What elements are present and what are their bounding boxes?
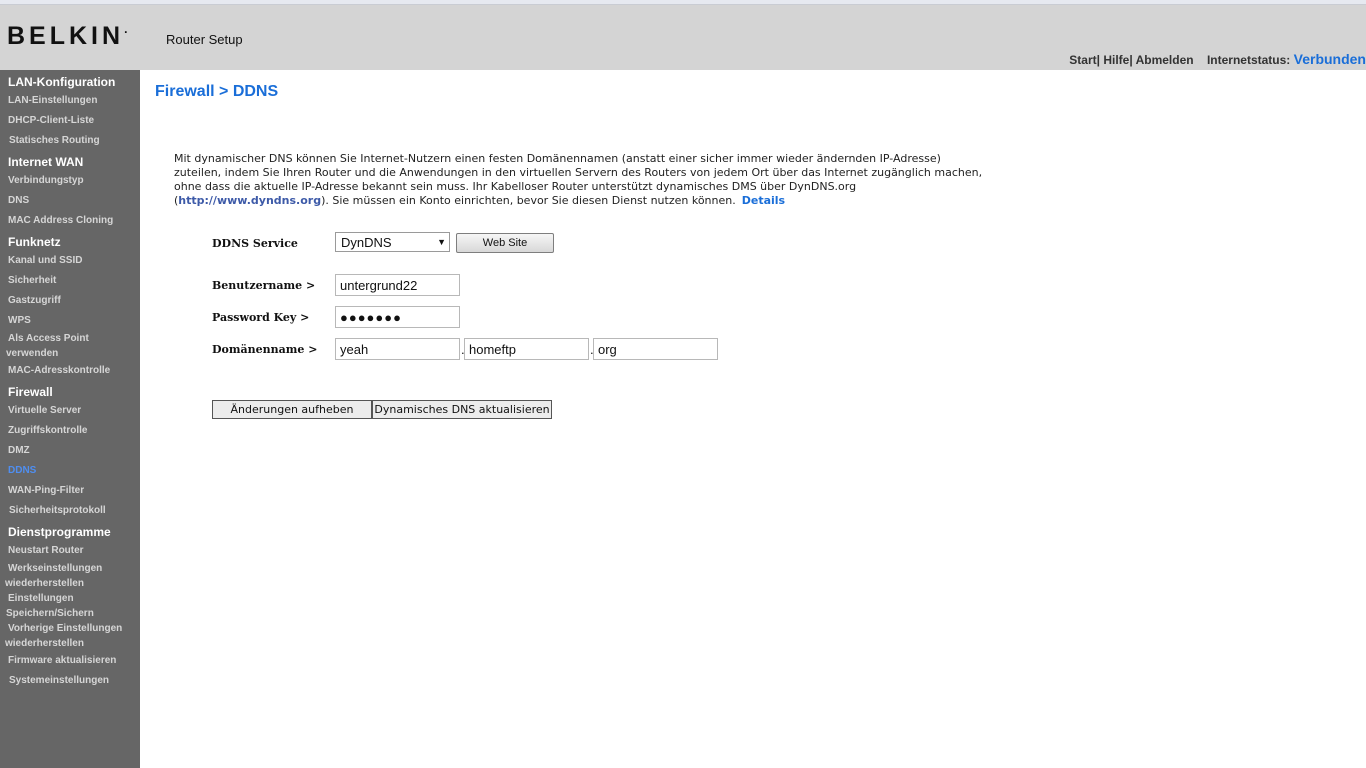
start-link[interactable]: Start [1069,53,1096,67]
sidebar-item-channel-ssid[interactable]: Kanal und SSID [8,253,82,268]
page-title: Firewall > DDNS [155,83,279,100]
sidebar-category-wan: Internet WAN [8,155,84,169]
sidebar-item-mac-cloning[interactable]: MAC Address Cloning [8,213,113,228]
sidebar-item-access-point-line1: Als Access Point [8,333,89,344]
details-link[interactable]: Details [742,194,785,207]
sidebar-item-access-point-line2: verwenden [6,348,59,359]
dropdown-arrow-icon: ▼ [437,237,446,247]
header: BELKIN. Router Setup Start| Hilfe| Abmel… [0,5,1366,70]
update-dynamic-dns-button[interactable]: Dynamisches DNS aktualisieren [372,400,552,419]
domain-name-input[interactable]: homeftp [464,338,589,360]
ddns-service-label: DDNS Service [212,237,298,250]
ddns-service-select[interactable]: DynDNS ▼ [335,232,450,252]
sidebar-item-restore-previous-line2: wiederherstellen [5,638,84,649]
header-links: Start| Hilfe| Abmelden Internetstatus: V… [1069,51,1366,67]
sidebar-item-save-settings[interactable]: Einstellungen Speichern/Sichern [6,591,94,621]
sidebar-item-save-settings-line1: Einstellungen [8,593,74,604]
sidebar-item-lan-settings[interactable]: LAN-Einstellungen [8,93,97,108]
sidebar-item-firmware-update[interactable]: Firmware aktualisieren [8,653,116,668]
sidebar-nav: LAN-Konfiguration LAN-Einstellungen DHCP… [0,70,140,768]
sidebar-item-factory-reset-line1: Werkseinstellungen [8,563,103,574]
sidebar-category-firewall: Firewall [8,385,53,399]
sidebar-item-connection-type[interactable]: Verbindungstyp [8,173,84,188]
sidebar-item-restore-previous-line1: Vorherige Einstellungen [8,623,123,634]
sidebar-item-dns[interactable]: DNS [8,193,29,208]
sidebar-item-access-control[interactable]: Zugriffskontrolle [8,423,87,438]
sidebar-item-access-point[interactable]: Als Access Point verwenden [6,331,89,361]
description-line-1: Mit dynamischer DNS können Sie Internet-… [174,152,941,165]
sidebar-item-system-settings[interactable]: Systemeinstellungen [9,673,109,688]
sidebar-item-virtual-servers[interactable]: Virtuelle Server [8,403,81,418]
help-link[interactable]: Hilfe [1103,53,1129,67]
sidebar-category-utilities: Dienstprogramme [8,525,111,539]
sidebar-item-dmz[interactable]: DMZ [8,443,30,458]
sidebar-category-lan: LAN-Konfiguration [8,75,116,89]
domain-name-label: Domänenname > [212,343,318,356]
internet-status: Internetstatus: Verbunden [1206,51,1366,67]
sidebar-item-factory-reset-line2: wiederherstellen [5,578,84,589]
sidebar-item-wan-ping-filter[interactable]: WAN-Ping-Filter [8,483,84,498]
sidebar-item-ddns[interactable]: DDNS [8,463,36,478]
password-key-input[interactable]: ●●●●●●● [335,306,460,328]
dyndns-url-link[interactable]: http://www.dyndns.org [178,194,321,207]
description-line-4: (http://www.dyndns.org). Sie müssen ein … [174,194,786,207]
description-line-2: zuteilen, indem Sie Ihren Router und die… [174,166,983,179]
password-key-label: Password Key > [212,311,310,324]
sidebar-category-wireless: Funknetz [8,235,61,249]
internet-status-value: Verbunden [1293,51,1366,67]
internet-status-label: Internetstatus: [1206,53,1291,67]
main-content: Firewall > DDNS Mit dynamischer DNS könn… [140,70,1366,768]
domain-host-input[interactable]: yeah [335,338,460,360]
description-line-3: ohne dass die aktuelle IP-Adresse bekann… [174,180,857,193]
sidebar-item-static-routing[interactable]: Statisches Routing [9,133,100,148]
belkin-logo: BELKIN. [7,22,128,50]
web-site-button[interactable]: Web Site [456,233,554,253]
sidebar-item-mac-control[interactable]: MAC-Adresskontrolle [8,363,110,378]
ddns-service-value: DynDNS [341,235,392,250]
username-input[interactable]: untergrund22 [335,274,460,296]
username-label: Benutzername > [212,279,316,292]
ddns-description: Mit dynamischer DNS können Sie Internet-… [174,152,1034,208]
logout-link[interactable]: Abmelden [1136,53,1194,67]
domain-tld-input[interactable]: org [593,338,718,360]
sidebar-item-security-log[interactable]: Sicherheitsprotokoll [9,503,106,518]
sidebar-item-guest-access[interactable]: Gastzugriff [8,293,61,308]
sidebar-item-security[interactable]: Sicherheit [8,273,56,288]
discard-changes-button[interactable]: Änderungen aufheben [212,400,372,419]
sidebar-item-wps[interactable]: WPS [8,313,31,328]
app-title: Router Setup [166,32,243,47]
sidebar-item-dhcp-client-list[interactable]: DHCP-Client-Liste [8,113,94,128]
sidebar-item-restart-router[interactable]: Neustart Router [8,543,84,558]
sidebar-item-restore-previous[interactable]: Vorherige Einstellungen wiederherstellen [5,621,122,651]
sidebar-item-save-settings-line2: Speichern/Sichern [6,608,94,619]
sidebar-item-factory-reset[interactable]: Werkseinstellungen wiederherstellen [5,561,102,591]
